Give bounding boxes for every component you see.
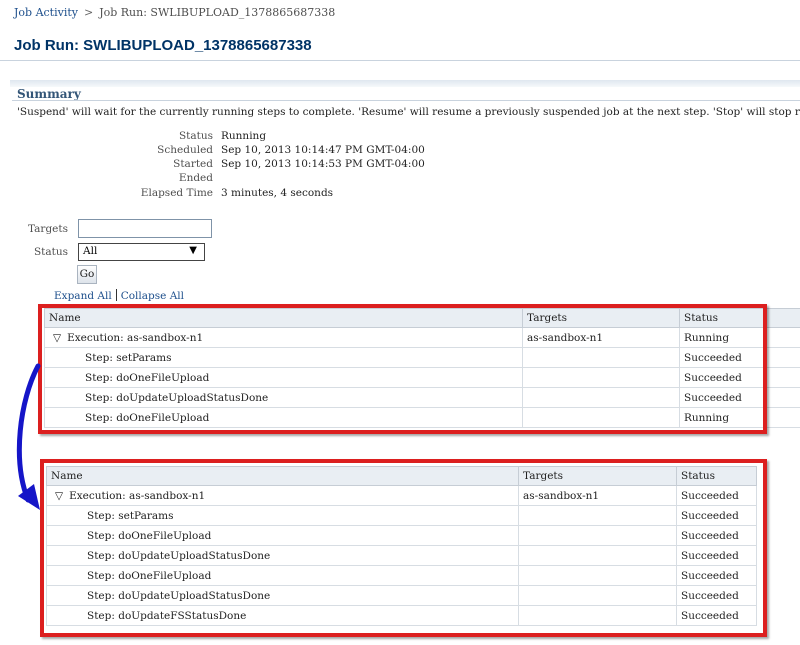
targets-cell: [518, 545, 677, 566]
status-label: Status: [178, 130, 213, 142]
table-row: Step: setParams Succeeded: [46, 505, 757, 526]
go-button[interactable]: Go: [77, 265, 97, 284]
step-name-cell: Step: doOneFileUpload: [44, 367, 523, 388]
summary-header-band: [10, 80, 800, 87]
status-link[interactable]: Running: [679, 407, 800, 428]
started-label: Started: [173, 158, 213, 170]
tree-controls: Expand All Collapse All: [54, 289, 184, 302]
page-title: Job Run: SWLIBUPLOAD_1378865687338: [14, 37, 312, 54]
breadcrumb: Job Activity > Job Run: SWLIBUPLOAD_137886…: [14, 6, 335, 19]
annotation-arrow-icon: [16, 363, 41, 510]
title-divider: [0, 60, 800, 61]
targets-cell: [518, 525, 677, 546]
execution-name-cell: ▽ Execution: as-sandbox-n1: [44, 327, 523, 348]
table-row: Step: doUpdateUploadStatusDone Succeeded: [44, 387, 800, 408]
table-row: Step: doOneFileUpload Succeeded: [44, 367, 800, 388]
table-row: Step: doUpdateUploadStatusDone Succeeded: [46, 585, 757, 606]
summary-heading: Summary: [17, 87, 81, 101]
scheduled-label: Scheduled: [157, 144, 213, 156]
summary-divider: [12, 100, 800, 101]
expand-all-link[interactable]: Expand All: [54, 290, 112, 302]
status-link[interactable]: Succeeded: [679, 387, 800, 408]
status-link[interactable]: Succeeded: [679, 347, 800, 368]
status-filter-selected-value: All: [83, 245, 98, 257]
table-header-row: Name Targets Status: [46, 466, 757, 486]
step-name-cell: Step: setParams: [44, 347, 523, 368]
status-cell: Succeeded: [676, 485, 757, 506]
select-arrow-icon: ▼: [189, 245, 197, 256]
step-name-cell: Step: doUpdateUploadStatusDone: [46, 545, 519, 566]
status-link[interactable]: Succeeded: [676, 505, 757, 526]
link-divider: [115, 289, 117, 301]
targets-cell: [522, 347, 680, 368]
step-name-cell: Step: doUpdateFSStatusDone: [46, 605, 519, 626]
step-name-cell: Step: doOneFileUpload: [44, 407, 523, 428]
table-row: Step: doOneFileUpload Succeeded: [46, 525, 757, 546]
column-header-status[interactable]: Status: [676, 466, 757, 486]
ended-label: Ended: [178, 172, 213, 184]
targets-filter-input[interactable]: [78, 219, 212, 238]
targets-cell: as-sandbox-n1: [518, 485, 677, 506]
targets-filter-label: Targets: [27, 223, 68, 235]
status-link[interactable]: Succeeded: [676, 545, 757, 566]
expand-triangle-icon[interactable]: ▽: [53, 332, 61, 344]
column-header-status[interactable]: Status: [679, 308, 800, 328]
targets-cell: [522, 407, 680, 428]
table-header-row: Name Targets Status: [44, 308, 800, 328]
execution-name-cell: ▽ Execution: as-sandbox-n1: [46, 485, 519, 506]
status-value: Running: [221, 130, 267, 142]
table-row: ▽ Execution: as-sandbox-n1 as-sandbox-n1 …: [46, 485, 757, 506]
targets-cell: [518, 585, 677, 606]
job-steps-table-running: Name Targets Status ▽ Execution: as-sandb…: [44, 308, 800, 428]
column-header-name[interactable]: Name: [44, 308, 523, 328]
execution-name[interactable]: Execution: as-sandbox-n1: [67, 332, 203, 344]
breadcrumb-current: Job Run: SWLIBUPLOAD_1378865687338: [99, 6, 336, 19]
breadcrumb-job-activity-link[interactable]: Job Activity: [14, 6, 78, 19]
targets-cell: [522, 387, 680, 408]
elapsed-time-label: Elapsed Time: [140, 187, 213, 199]
table-row: Step: setParams Succeeded: [44, 347, 800, 368]
status-link[interactable]: Succeeded: [676, 605, 757, 626]
table-row: Step: doOneFileUpload Succeeded: [46, 565, 757, 586]
step-name-cell: Step: doOneFileUpload: [46, 565, 519, 586]
table-row: Step: doOneFileUpload Running: [44, 407, 800, 428]
column-header-targets[interactable]: Targets: [518, 466, 677, 486]
column-header-targets[interactable]: Targets: [522, 308, 680, 328]
table-row: Step: doUpdateFSStatusDone Succeeded: [46, 605, 757, 626]
elapsed-time-value: 3 minutes, 4 seconds: [221, 187, 334, 199]
column-header-name[interactable]: Name: [46, 466, 519, 486]
targets-cell: [518, 505, 677, 526]
table-row: ▽ Execution: as-sandbox-n1 as-sandbox-n1 …: [44, 327, 800, 348]
step-name-cell: Step: doUpdateUploadStatusDone: [46, 585, 519, 606]
step-name-cell: Step: setParams: [46, 505, 519, 526]
status-link[interactable]: Succeeded: [676, 565, 757, 586]
summary-note: 'Suspend' will wait for the currently ru…: [17, 106, 800, 118]
status-filter-label: Status: [33, 246, 68, 258]
status-filter-select[interactable]: All ▼: [78, 243, 205, 261]
targets-cell: [518, 605, 677, 626]
job-steps-table-succeeded: Name Targets Status ▽ Execution: as-sandb…: [46, 466, 757, 626]
status-cell: Running: [679, 327, 800, 348]
expand-triangle-icon[interactable]: ▽: [55, 490, 63, 502]
collapse-all-link[interactable]: Collapse All: [121, 290, 184, 302]
scheduled-value: Sep 10, 2013 10:14:47 PM GMT-04:00: [221, 144, 425, 156]
execution-name[interactable]: Execution: as-sandbox-n1: [69, 490, 205, 502]
started-value: Sep 10, 2013 10:14:53 PM GMT-04:00: [221, 158, 425, 170]
status-link[interactable]: Succeeded: [676, 525, 757, 546]
breadcrumb-separator: >: [83, 6, 94, 19]
targets-cell: [518, 565, 677, 586]
table-row: Step: doUpdateUploadStatusDone Succeeded: [46, 545, 757, 566]
step-name-cell: Step: doUpdateUploadStatusDone: [44, 387, 523, 408]
status-link[interactable]: Succeeded: [676, 585, 757, 606]
targets-cell: [522, 367, 680, 388]
status-link[interactable]: Succeeded: [679, 367, 800, 388]
step-name-cell: Step: doOneFileUpload: [46, 525, 519, 546]
targets-cell: as-sandbox-n1: [522, 327, 680, 348]
